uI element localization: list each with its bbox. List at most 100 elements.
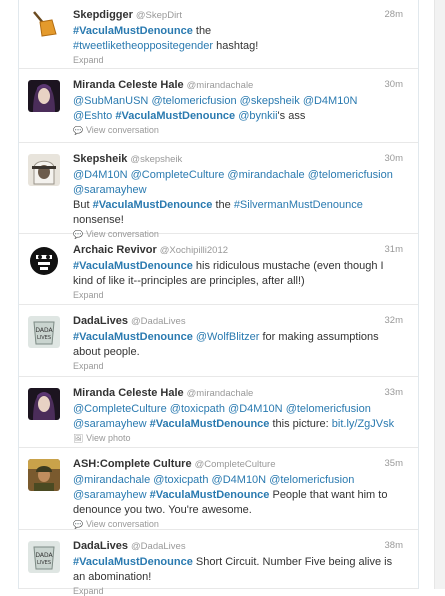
speech-icon: 💬 (73, 126, 83, 135)
tweet-text-line: @D4M10N @CompleteCulture @mirandachale @… (73, 168, 403, 183)
mention-link[interactable]: @CompleteCulture (73, 403, 167, 415)
avatar[interactable] (28, 245, 60, 277)
mention-link[interactable]: @telomericfusion (308, 169, 393, 181)
tweet-username[interactable]: @mirandachale (187, 80, 254, 91)
tweet-action-label: View conversation (85, 125, 159, 135)
mention-link[interactable]: @D4M10N (212, 474, 267, 486)
tweet-action-link[interactable]: Expand (73, 55, 403, 65)
mention-link[interactable]: @toxicpath (153, 474, 208, 486)
tweet-text-line: #VaculaMustDenounce @WolfBlitzer for mak… (73, 330, 403, 345)
tweet-item[interactable]: ASH:Complete Culture @CompleteCulture 35m @… (19, 448, 418, 530)
hashtag-link[interactable]: #VaculaMustDenounce (93, 199, 213, 211)
mention-link[interactable]: @WolfBlitzer (196, 331, 260, 343)
tweet-item[interactable]: Skepsheik @skepsheik 30m @D4M10N @CompleteC… (19, 143, 418, 239)
hashtag-link[interactable]: #VaculaMustDenounce (73, 25, 193, 37)
hashtag-link[interactable]: #VaculaMustDenounce (73, 331, 193, 343)
mention-link[interactable]: @telomericfusion (269, 474, 354, 486)
tweet-timestamp[interactable]: 32m (385, 315, 403, 326)
hashtag-link[interactable]: #VaculaMustDenounce (73, 556, 193, 568)
mention-link[interactable]: @saramayhew (73, 184, 147, 196)
tweet-fullname[interactable]: Miranda Celeste Hale (73, 79, 184, 91)
tweet-text-segment: hashtag! (213, 40, 259, 52)
tweet-username[interactable]: @DadaLives (131, 316, 186, 327)
hashtag-link[interactable]: #SilvermanMustDenounce (234, 199, 363, 211)
mention-link[interactable]: @D4M10N (73, 169, 128, 181)
tweet-action-link[interactable]: Expand (73, 361, 403, 371)
tweet-text-line: @saramayhew (73, 183, 403, 198)
tweet-item[interactable]: Miranda Celeste Hale @mirandachale 33m @Com… (19, 377, 418, 448)
mention-link[interactable]: @D4M10N (228, 403, 283, 415)
tweet-fullname[interactable]: Archaic Revivor (73, 244, 157, 256)
tweet-fullname[interactable]: DadaLives (73, 540, 128, 552)
mention-link[interactable]: @mirandachale (227, 169, 304, 181)
avatar[interactable] (28, 154, 60, 186)
tweet-timestamp[interactable]: 30m (385, 153, 403, 164)
tweet-timestamp[interactable]: 31m (385, 244, 403, 255)
avatar[interactable]: DADA LIVES (28, 316, 60, 348)
tweet-text-line: @mirandachale @toxicpath @D4M10N @telome… (73, 473, 403, 488)
tweet-username[interactable]: @CompleteCulture (195, 459, 276, 470)
tweet-action-link[interactable]: 💬 View conversation (73, 519, 403, 529)
tweet-timestamp[interactable]: 35m (385, 458, 403, 469)
hashtag-link[interactable]: #tweetliketheoppositegender (73, 40, 213, 52)
hashtag-link[interactable]: #VaculaMustDenounce (73, 260, 193, 272)
avatar[interactable] (28, 459, 60, 491)
tweet-fullname[interactable]: Skepsheik (73, 153, 127, 165)
tweet-item[interactable]: Archaic Revivor @Xochipilli2012 31m #Vacula… (19, 234, 418, 305)
tweet-action-link[interactable]: 💬 View conversation (73, 125, 403, 135)
tweet-text-line: an abomination! (73, 570, 403, 585)
mention-link[interactable]: @skepsheik (240, 95, 300, 107)
mention-link[interactable]: @toxicpath (170, 403, 225, 415)
tweet-text: #VaculaMustDenounce @WolfBlitzer for mak… (73, 330, 403, 360)
mention-link[interactable]: @telomericfusion (286, 403, 371, 415)
avatar[interactable] (28, 80, 60, 112)
tweet-timestamp[interactable]: 30m (385, 79, 403, 90)
avatar[interactable] (28, 388, 60, 420)
tweet-action-link[interactable]: Expand (73, 290, 403, 300)
tweet-timestamp[interactable]: 33m (385, 387, 403, 398)
tweet-fullname[interactable]: Skepdigger (73, 9, 133, 21)
hashtag-link[interactable]: #VaculaMustDenounce (115, 110, 235, 122)
tweet-action-link[interactable]: 🖼 View photo (73, 433, 403, 443)
tweet-item[interactable]: DADA LIVES DadaLives @DadaLives 32m #VaculaMu… (19, 305, 418, 377)
hashtag-link[interactable]: #VaculaMustDenounce (150, 489, 270, 501)
tweet-item[interactable]: Skepdigger @SkepDirt 28m #VaculaMustDenounc… (19, 0, 418, 69)
tweet-username[interactable]: @skepsheik (130, 154, 182, 165)
mention-link[interactable]: @saramayhew (73, 418, 147, 430)
tweet-action-link[interactable]: Expand (73, 586, 403, 596)
tweet-username[interactable]: @SkepDirt (136, 10, 182, 21)
tweet-item[interactable]: DADA LIVES DadaLives @DadaLives 38m #VaculaMu… (19, 530, 418, 596)
mention-link[interactable]: bit.ly/ZgJVsk (332, 418, 394, 430)
tweet-timestamp[interactable]: 28m (385, 9, 403, 20)
mention-link[interactable]: @telomericfusion (151, 95, 236, 107)
tweet-text-line: @Eshto #VaculaMustDenounce @bynkii's ass (73, 109, 403, 124)
scrollbar[interactable] (434, 0, 445, 589)
mention-link[interactable]: @saramayhew (73, 489, 147, 501)
tweet-action-label: Expand (73, 290, 104, 300)
tweet-username[interactable]: @mirandachale (187, 388, 254, 399)
mention-link[interactable]: @D4M10N (303, 95, 358, 107)
tweet-timestamp[interactable]: 38m (385, 540, 403, 551)
tweet-text-segment: the (212, 199, 234, 211)
avatar[interactable] (28, 8, 60, 40)
tweet-item[interactable]: Miranda Celeste Hale @mirandachale 30m @Sub… (19, 69, 418, 143)
tweet-action-label: Expand (73, 586, 104, 596)
tweet-text-segment: 's ass (277, 110, 306, 122)
tweet-fullname[interactable]: Miranda Celeste Hale (73, 387, 184, 399)
tweet-fullname[interactable]: DadaLives (73, 315, 128, 327)
tweet-username[interactable]: @DadaLives (131, 541, 186, 552)
mention-link[interactable]: @bynkii (238, 110, 277, 122)
tweet-text-segment: this picture: (269, 418, 332, 430)
tweet-username[interactable]: @Xochipilli2012 (160, 245, 228, 256)
mention-link[interactable]: @Eshto (73, 110, 112, 122)
hashtag-link[interactable]: #VaculaMustDenounce (150, 418, 270, 430)
tweet-text-segment: kind of like it--principles are principl… (73, 275, 305, 287)
mention-link[interactable]: @mirandachale (73, 474, 150, 486)
mention-link[interactable]: @SubManUSN (73, 95, 148, 107)
avatar[interactable]: DADA LIVES (28, 541, 60, 573)
tweet-text-line: @CompleteCulture @toxicpath @D4M10N @tel… (73, 402, 403, 417)
tweet-fullname[interactable]: ASH:Complete Culture (73, 458, 192, 470)
mention-link[interactable]: @CompleteCulture (131, 169, 225, 181)
photo-icon: 🖼 (73, 434, 84, 443)
tweet-text-line: kind of like it--principles are principl… (73, 274, 403, 289)
